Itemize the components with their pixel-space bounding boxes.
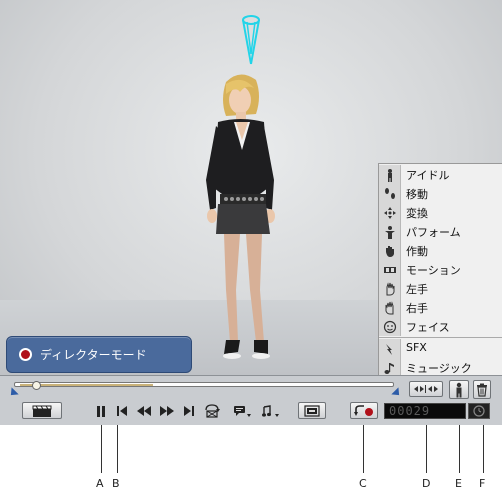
expand-range-button[interactable] <box>409 381 443 397</box>
callout-label-a: A <box>96 477 104 490</box>
pause-button[interactable] <box>93 403 109 419</box>
music-dropdown[interactable] <box>260 403 282 420</box>
rewind-icon <box>137 406 151 416</box>
menu-item-label: パフォーム <box>406 226 461 239</box>
callout-line-d <box>426 425 427 473</box>
menu-item-operate[interactable]: 作動 <box>379 241 502 260</box>
idle-figure-icon <box>379 165 401 184</box>
menu-item-left-hand[interactable]: 左手 <box>379 279 502 298</box>
spotlight-marker-icon[interactable] <box>237 14 265 66</box>
menu-item-label: アイドル <box>406 169 450 182</box>
3d-viewport[interactable]: ディレクターモード アイドル 移動 変換 パフォーム 作動 モーション 左手 右… <box>0 0 502 375</box>
expand-arrows-icon <box>414 385 438 393</box>
speech-bubble-dropdown[interactable] <box>232 403 254 420</box>
callout-line-e <box>459 425 460 473</box>
menu-item-label: 作動 <box>406 245 428 258</box>
callout-label-c: C <box>359 477 367 490</box>
callout-line-c <box>363 425 364 473</box>
left-hand-icon <box>379 279 401 298</box>
menu-item-move[interactable]: 移動 <box>379 184 502 203</box>
menu-item-face[interactable]: フェイス <box>379 317 502 336</box>
pause-icon <box>97 405 105 417</box>
menu-item-right-hand[interactable]: 右手 <box>379 298 502 317</box>
character-select-button[interactable] <box>449 380 469 399</box>
camera-loop-button[interactable] <box>202 402 222 420</box>
callout-annotations: A B C D E F <box>0 425 502 500</box>
menu-item-label: モーション <box>406 264 461 277</box>
face-icon <box>379 317 401 336</box>
record-button[interactable] <box>350 402 378 419</box>
fast-forward-icon <box>160 406 174 416</box>
callout-label-e: E <box>455 477 462 490</box>
action-category-menu: アイドル 移動 変換 パフォーム 作動 モーション 左手 右手 フェイス SFX… <box>378 163 502 375</box>
clapper-button[interactable] <box>22 402 62 419</box>
delete-button[interactable] <box>473 380 491 399</box>
film-strip-icon <box>379 260 401 279</box>
footsteps-icon <box>379 184 401 203</box>
range-end-marker-icon[interactable] <box>391 387 403 399</box>
record-undo-icon <box>354 404 373 416</box>
menu-item-sfx[interactable]: SFX <box>379 339 502 358</box>
loop-camera-icon <box>205 404 220 418</box>
sfx-icon <box>379 339 401 358</box>
range-start-marker-icon[interactable] <box>7 387 19 399</box>
menu-divider <box>379 337 502 338</box>
timeline-playhead-handle[interactable] <box>31 381 41 390</box>
director-mode-badge[interactable]: ディレクターモード <box>6 336 192 373</box>
menu-item-idle[interactable]: アイドル <box>379 165 502 184</box>
skip-back-icon <box>117 406 127 416</box>
perform-figure-icon <box>379 222 401 241</box>
callout-label-b: B <box>112 477 120 490</box>
hand-action-icon <box>379 241 401 260</box>
menu-item-transform[interactable]: 変換 <box>379 203 502 222</box>
film-frame-icon <box>304 404 320 417</box>
callout-line-a <box>101 425 102 473</box>
menu-item-label: 左手 <box>406 283 428 296</box>
frame-counter: 00029 <box>384 403 466 419</box>
speech-bubble-icon <box>234 405 251 417</box>
menu-item-perform[interactable]: パフォーム <box>379 222 502 241</box>
clock-icon <box>473 405 485 417</box>
counter-reset-button[interactable] <box>468 403 490 419</box>
camera-view-button[interactable] <box>298 402 326 419</box>
menu-item-label: 変換 <box>406 207 428 220</box>
menu-item-label: 右手 <box>406 302 428 315</box>
menu-item-label: ミュージック <box>406 362 472 375</box>
character-figure-icon <box>456 382 462 397</box>
menu-item-label: フェイス <box>406 321 450 334</box>
director-mode-label: ディレクターモード <box>40 348 147 362</box>
menu-item-music[interactable]: ミュージック <box>379 358 502 375</box>
skip-forward-icon <box>184 406 194 416</box>
record-indicator-icon <box>19 348 32 361</box>
character-model[interactable] <box>196 70 306 370</box>
fast-forward-button[interactable] <box>158 403 176 419</box>
callout-label-f: F <box>479 477 486 490</box>
menu-item-label: SFX <box>406 341 427 354</box>
right-hand-icon <box>379 298 401 317</box>
callout-line-f <box>483 425 484 473</box>
clapperboard-icon <box>32 405 52 417</box>
transform-arrows-icon <box>379 203 401 222</box>
rewind-button[interactable] <box>135 403 153 419</box>
skip-to-start-button[interactable] <box>114 403 130 419</box>
skip-to-end-button[interactable] <box>181 403 197 419</box>
playback-control-panel: 00029 <box>0 375 502 425</box>
callout-label-d: D <box>422 477 431 490</box>
music-note-icon <box>262 404 279 417</box>
menu-item-motion[interactable]: モーション <box>379 260 502 279</box>
menu-item-label: 移動 <box>406 188 428 201</box>
music-note-icon <box>379 358 401 375</box>
trash-icon <box>477 383 487 397</box>
callout-line-b <box>117 425 118 473</box>
